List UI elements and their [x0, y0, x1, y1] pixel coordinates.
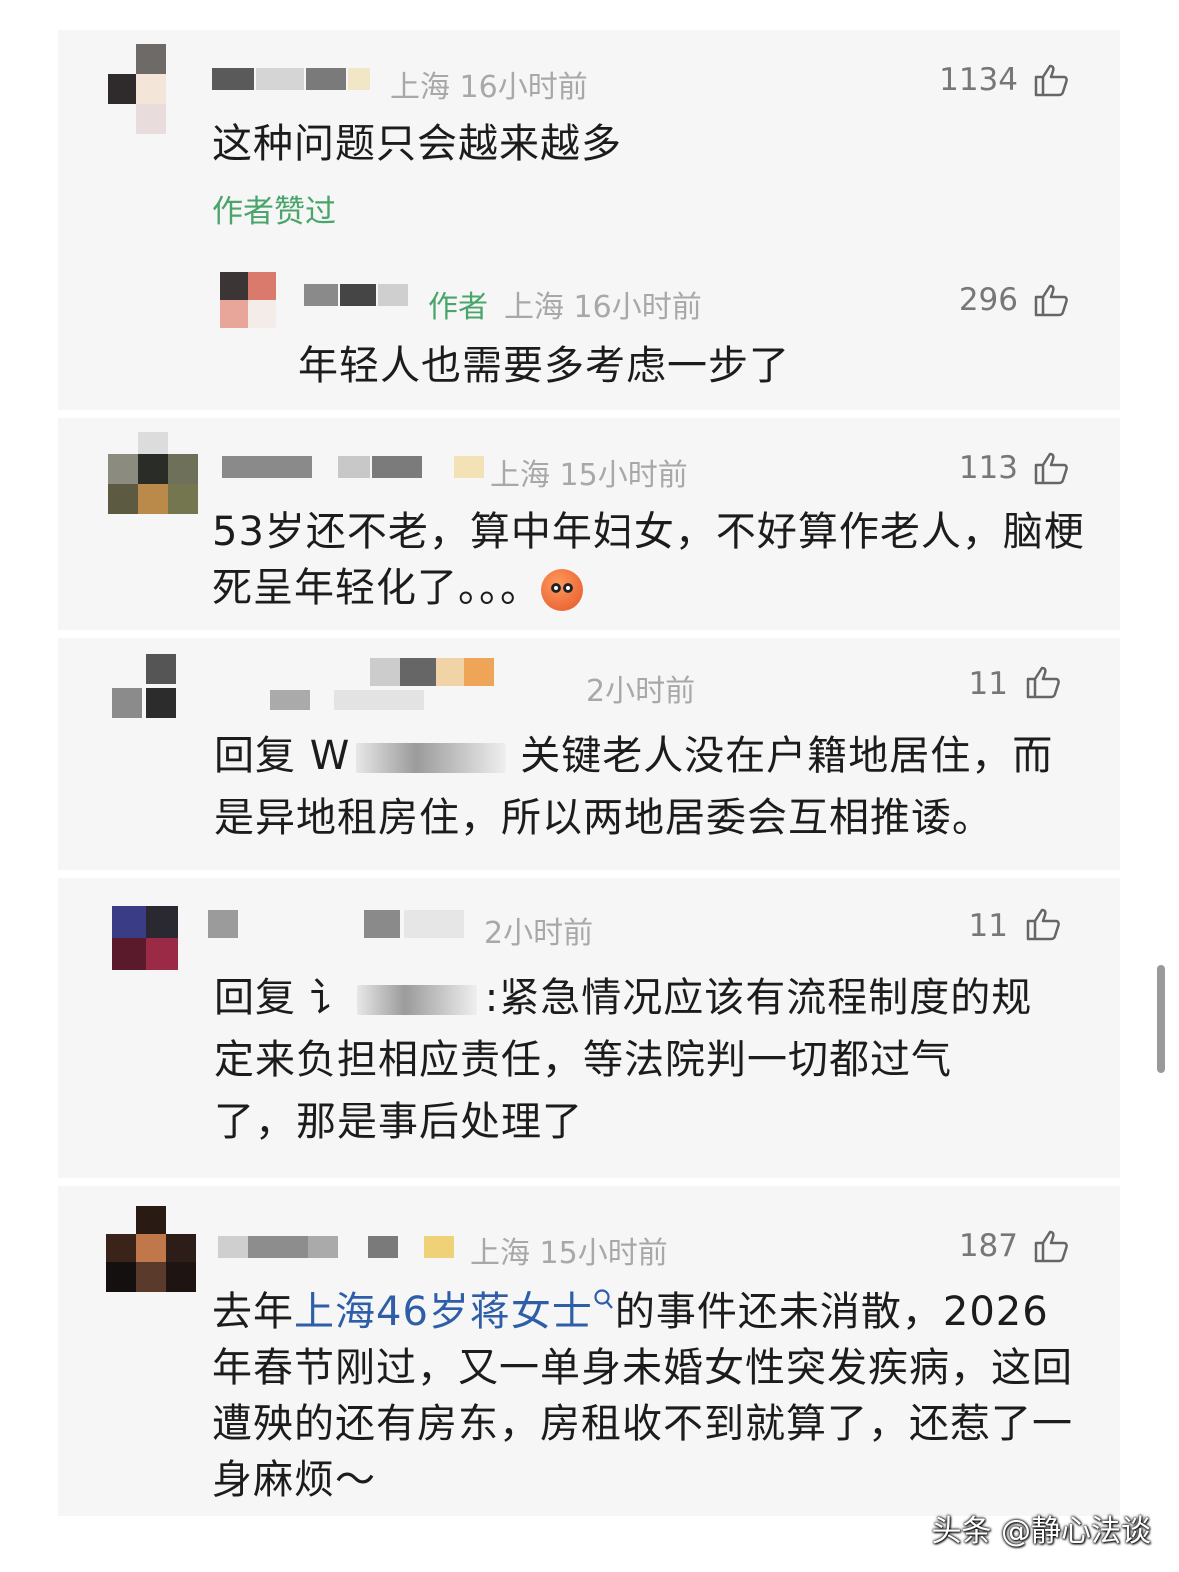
comment-meta: 2小时前 — [484, 916, 594, 951]
author-liked-badge: 作者赞过 — [212, 194, 336, 230]
search-icon[interactable] — [593, 1288, 615, 1312]
comment-meta: 2小时前 — [586, 674, 696, 709]
reply-prefix[interactable]: 回复 W — [214, 733, 350, 779]
comment-text: 身麻烦～ — [212, 1457, 376, 1503]
comment-text: 是异地租房住，所以两地居委会互相推诿。 — [214, 795, 993, 841]
comment-text: 去年上海46岁蒋女士 的事件还未消散，2026 — [212, 1288, 1049, 1335]
emoji-icon — [541, 569, 583, 611]
mention-blurred — [356, 743, 507, 773]
comment-meta: 上海 16小时前 — [390, 70, 588, 105]
username-blurred[interactable] — [208, 910, 470, 950]
comment-screen: 上海 16小时前 1134 这种问题只会越来越多 作者赞过 作者 上海 16小时… — [0, 0, 1179, 1572]
avatar[interactable] — [220, 272, 280, 332]
avatar[interactable] — [108, 44, 198, 134]
mention-blurred — [356, 985, 477, 1015]
username-blurred[interactable] — [212, 68, 372, 94]
comment-text: 53岁还不老，算中年妇女，不好算作老人，脑梗 — [212, 509, 1085, 555]
like-count: 11 — [968, 908, 1008, 944]
comment-text: 回复 W 关键老人没在户籍地居住，而 — [214, 733, 1054, 779]
username-blurred[interactable] — [218, 1236, 466, 1262]
comment-text: 年春节刚过，又一单身未婚女性突发疾病，这回 — [212, 1345, 1073, 1391]
thumbs-up-icon[interactable] — [1034, 63, 1070, 97]
thumbs-up-icon[interactable] — [1026, 907, 1062, 941]
like-count: 11 — [968, 666, 1008, 702]
thumbs-up-icon[interactable] — [1034, 1229, 1070, 1263]
scrollbar[interactable] — [1157, 965, 1165, 1073]
comment-meta: 上海 15小时前 — [490, 458, 688, 493]
like-count: 296 — [958, 282, 1018, 318]
author-tag: 作者 — [428, 290, 488, 325]
watermark: 头条 @静心法谈 — [931, 1514, 1151, 1549]
thumbs-up-icon[interactable] — [1034, 451, 1070, 485]
reply-prefix[interactable]: 回复 讠 — [214, 975, 351, 1021]
comment-text: 回复 讠:紧急情况应该有流程制度的规 — [214, 975, 1033, 1021]
search-link[interactable]: 上海46岁蒋女士 — [294, 1289, 593, 1335]
thumbs-up-icon[interactable] — [1026, 665, 1062, 699]
comment-text: 这种问题只会越来越多 — [212, 121, 622, 167]
username-blurred[interactable] — [304, 284, 414, 310]
avatar[interactable] — [106, 1206, 196, 1292]
like-count: 187 — [958, 1228, 1018, 1264]
comment-text: 了，那是事后处理了 — [214, 1099, 583, 1145]
avatar[interactable] — [112, 654, 178, 720]
comment-text: 死呈年轻化了。。。 — [212, 558, 583, 618]
username-blurred[interactable] — [210, 658, 500, 718]
comment-text: 定来负担相应责任，等法院判一切都过气 — [214, 1037, 952, 1083]
avatar[interactable] — [108, 432, 198, 522]
avatar[interactable] — [112, 900, 178, 970]
comment-text: 遭殃的还有房东，房租收不到就算了，还惹了一 — [212, 1401, 1073, 1447]
thumbs-up-icon[interactable] — [1034, 283, 1070, 317]
username-blurred[interactable] — [222, 456, 488, 482]
comment-meta: 上海 16小时前 — [504, 290, 702, 325]
comment-meta: 上海 15小时前 — [470, 1236, 668, 1271]
like-count: 113 — [958, 450, 1018, 486]
like-count: 1134 — [939, 62, 1018, 98]
reply-text: 年轻人也需要多考虑一步了 — [298, 343, 790, 389]
